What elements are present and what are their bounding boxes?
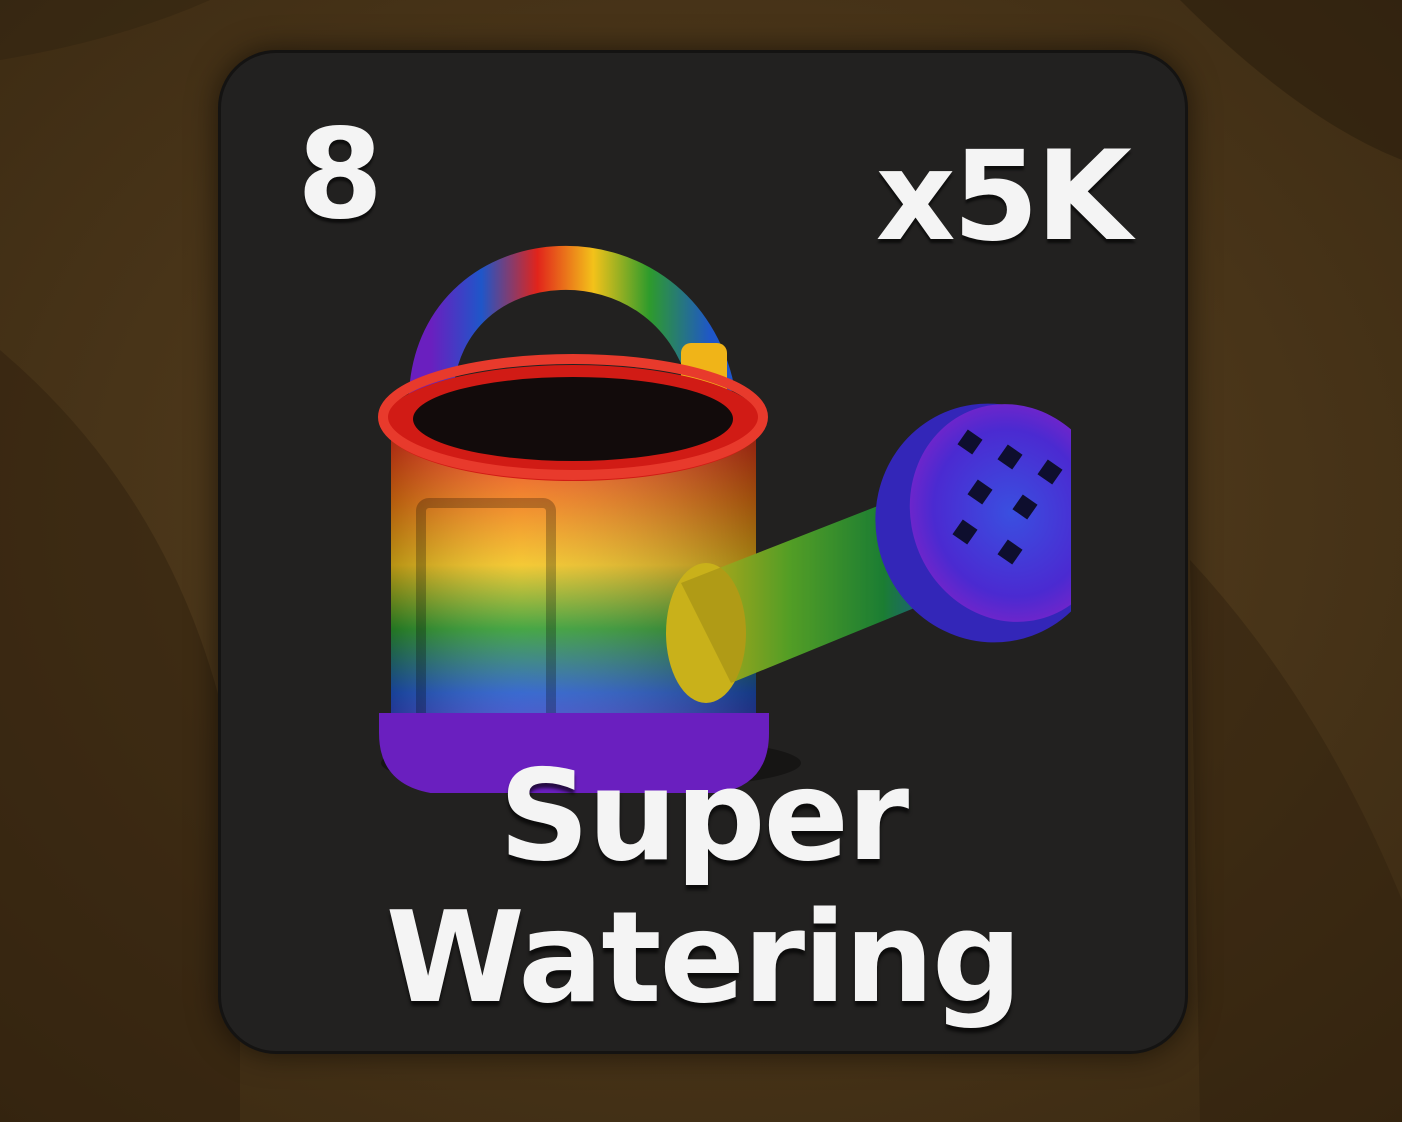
rainbow-watering-can-icon	[378, 246, 1071, 793]
item-name: Super Watering	[221, 742, 1185, 1032]
item-count: x5K	[875, 125, 1132, 269]
item-name-line-1: Super	[498, 742, 909, 889]
item-name-line-2: Watering	[385, 884, 1022, 1032]
slot-number: 8	[297, 103, 383, 247]
inventory-slot-card[interactable]: 8 x5K Super Watering	[218, 50, 1188, 1054]
